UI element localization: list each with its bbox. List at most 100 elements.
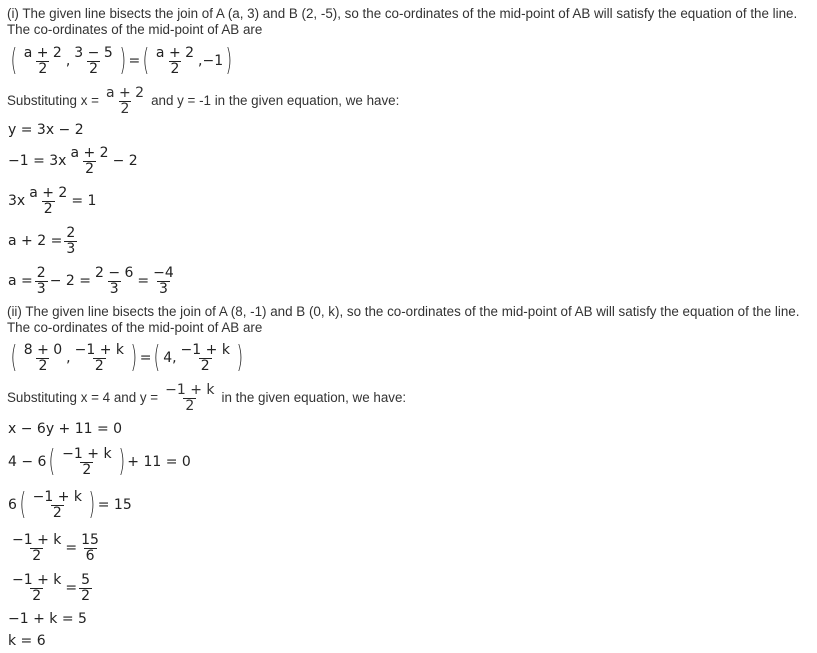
part-ii-step-3: 6 ( −1 + k 2 ) = 15 [8, 485, 132, 525]
fraction: −1 + k 2 [31, 488, 84, 521]
right-paren: ) [119, 43, 126, 78]
denominator: 6 [83, 547, 97, 564]
numerator: a + 2 [29, 184, 68, 201]
part-ii-step-1: x − 6y + 11 = 0 [8, 421, 123, 437]
numerator: 3 − 5 [74, 44, 113, 61]
part-ii-step-2: 4 − 6 ( −1 + k 2 ) + 11 = 0 [8, 442, 191, 482]
substitution-suffix: in the given equation, we have: [221, 390, 407, 405]
left-paren: ( [142, 43, 150, 78]
numerator: −1 + k [74, 341, 125, 358]
numerator: −4 [153, 264, 174, 281]
fraction: a + 2 2 [68, 144, 110, 177]
right-paren: ) [118, 444, 125, 479]
expr: a + 2 = [8, 233, 63, 249]
denominator: 2 [50, 504, 64, 521]
numerator: −1 + k [62, 445, 112, 462]
denominator: 2 [87, 60, 100, 77]
numerator: −1 + k [180, 341, 230, 358]
part-i-step-3: 3x a + 2 2 = 1 [8, 183, 96, 219]
denominator: 2 [118, 100, 132, 117]
fraction: −1 + k 2 [10, 531, 63, 564]
numerator: a + 2 [155, 44, 195, 61]
denominator: 2 [198, 357, 212, 374]
part-i-substitution: Substituting x = a + 2 2 and y = -1 in t… [7, 84, 399, 118]
numerator: −1 + k [165, 381, 215, 398]
denominator: 2 [83, 160, 96, 177]
expr: = 1 [71, 193, 97, 209]
part-ii-step-5: −1 + k 2 = 5 2 [8, 570, 94, 606]
left-paren: ( [19, 487, 27, 522]
part-ii-substitution: Substituting x = 4 and y = −1 + k 2 in t… [7, 381, 406, 415]
expr: 6 [8, 497, 17, 513]
right-paren: ) [88, 487, 96, 522]
fraction: a + 2 2 [27, 184, 69, 217]
numerator: 2 − 6 [94, 264, 134, 281]
fraction: −1 + k 2 [179, 341, 232, 374]
expr: = [137, 273, 150, 289]
numerator: a + 2 [105, 84, 145, 101]
left-paren: ( [10, 43, 18, 78]
numerator: −1 + k [32, 488, 83, 505]
fraction: 3 − 5 2 [72, 44, 114, 77]
denominator: 2 [168, 60, 182, 77]
part-i-step-1: y = 3x − 2 [8, 122, 84, 138]
numerator: 2 [66, 224, 76, 241]
fraction: −1 + k 2 [60, 445, 113, 478]
fraction: 15 6 [79, 531, 101, 564]
fraction: 5 2 [79, 572, 93, 604]
numerator: a + 2 [70, 144, 109, 161]
equals-sign: = [139, 350, 152, 366]
fraction: a + 2 2 [104, 84, 146, 117]
denominator: 2 [92, 357, 106, 374]
numerator: −1 + k [12, 571, 62, 588]
part-ii-midpoint-equation: ( 8 + 0 2 , −1 + k 2 ) = ( 4, −1 + k 2 ) [10, 340, 244, 375]
denominator: 2 [36, 60, 50, 77]
part-ii-midpoint-label: The co-ordinates of the mid-point of AB … [7, 320, 263, 335]
right-paren: ) [225, 43, 233, 78]
denominator: 3 [157, 280, 170, 297]
denominator: 3 [64, 240, 78, 257]
expr: = [65, 580, 78, 596]
part-i-intro: (i) The given line bisects the join of A… [7, 6, 798, 21]
numerator: −1 + k [12, 531, 62, 548]
fraction: −1 + k 2 [73, 341, 126, 374]
part-i-step-2: −1 = 3x a + 2 2 − 2 [8, 143, 138, 179]
expr: − 2 = [49, 273, 91, 289]
part-ii-step-6: −1 + k = 5 [8, 611, 87, 627]
expr: 4 − 6 [8, 454, 47, 470]
denominator: 2 [79, 587, 93, 604]
value: −1 [202, 53, 224, 69]
fraction: 2 3 [64, 224, 78, 257]
substitution-prefix: Substituting x = 4 and y = [7, 390, 159, 405]
left-paren: ( [10, 340, 18, 375]
expr: −1 = 3x [8, 153, 67, 169]
equals-sign: = [128, 53, 141, 69]
numerator: 8 + 0 [23, 341, 63, 358]
fraction: −1 + k 2 [10, 571, 63, 604]
expr: − 2 [112, 153, 138, 169]
value: 4, [163, 350, 177, 366]
denominator: 2 [30, 587, 44, 604]
denominator: 2 [36, 357, 50, 374]
part-i-step-5: a = 2 3 − 2 = 2 − 6 3 = −4 3 [8, 263, 178, 299]
denominator: 3 [107, 280, 121, 297]
expr: = 15 [97, 497, 132, 513]
numerator: 15 [81, 531, 99, 548]
denominator: 2 [41, 200, 55, 217]
expr: 3x [8, 193, 26, 209]
part-ii-intro: (ii) The given line bisects the join of … [7, 304, 800, 319]
part-ii-step-4: −1 + k 2 = 15 6 [8, 530, 103, 566]
substitution-prefix: Substituting x = [7, 93, 99, 108]
left-paren: ( [49, 444, 56, 479]
denominator: 2 [183, 397, 197, 414]
denominator: 2 [80, 461, 94, 478]
right-paren: ) [236, 340, 244, 375]
fraction: a + 2 2 [22, 44, 64, 77]
fraction: 8 + 0 2 [22, 341, 64, 374]
fraction: a + 2 2 [154, 44, 196, 77]
numerator: a + 2 [23, 44, 62, 61]
part-i-midpoint-equation: ( a + 2 2 , 3 − 5 2 ) = ( a + 2 2 , −1 ) [10, 43, 233, 78]
denominator: 3 [34, 280, 48, 297]
left-paren: ( [154, 340, 161, 375]
fraction: 2 − 6 3 [93, 264, 135, 297]
